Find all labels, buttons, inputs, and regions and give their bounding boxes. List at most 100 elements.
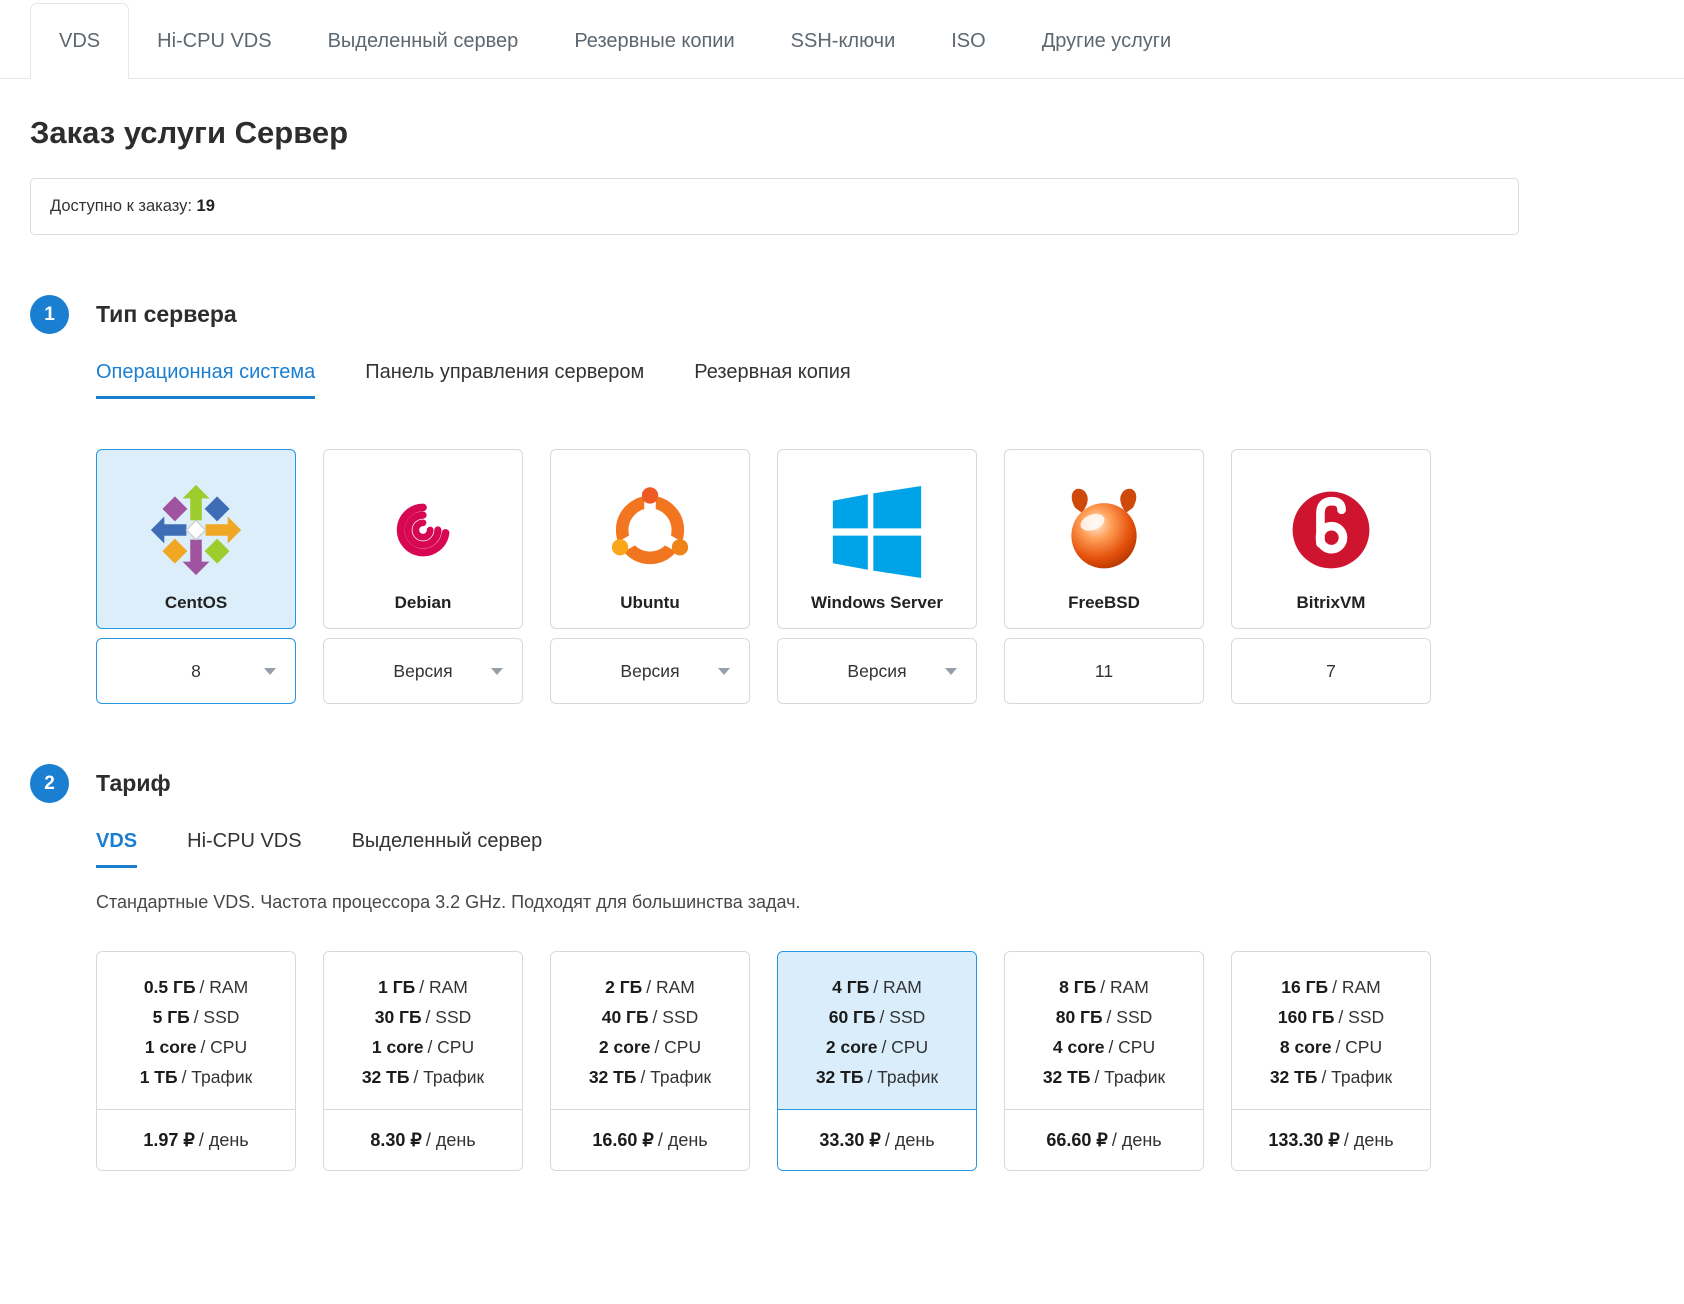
- spec-ssd: 30 ГБ / SSD: [374, 1007, 472, 1027]
- tariff-card[interactable]: 2 ГБ / RAM 40 ГБ / SSD 2 core / CPU 32 ТБ / …: [550, 951, 750, 1171]
- spec-ssd: 5 ГБ / SSD: [152, 1007, 240, 1027]
- os-version-freebsd[interactable]: 11: [1004, 638, 1204, 704]
- os-card-bitrixvm[interactable]: BitrixVM: [1231, 449, 1431, 629]
- top-tab-ssh-keys[interactable]: SSH-ключи: [763, 4, 924, 78]
- os-card-centos[interactable]: CentOS: [96, 449, 296, 629]
- tariff-card[interactable]: 1 ГБ / RAM 30 ГБ / SSD 1 core / CPU 32 ТБ / …: [323, 951, 523, 1171]
- tariff-specs: 2 ГБ / RAM 40 ГБ / SSD 2 core / CPU 32 ТБ / …: [551, 952, 749, 1109]
- top-tab-vds[interactable]: VDS: [30, 3, 130, 79]
- tariff-price: 1.97 ₽ / день: [97, 1109, 295, 1170]
- subtab-tariff-vds[interactable]: VDS: [96, 830, 138, 868]
- chevron-down-icon: [718, 668, 730, 675]
- os-version-select-debian[interactable]: Версия: [323, 638, 523, 704]
- subtab-tariff-dedicated[interactable]: Выделенный сервер: [352, 830, 543, 868]
- os-name: Debian: [394, 593, 452, 612]
- tariff-specs: 8 ГБ / RAM 80 ГБ / SSD 4 core / CPU 32 ТБ / …: [1005, 952, 1203, 1109]
- os-version-value: 8: [191, 660, 201, 681]
- tariff-card[interactable]: 16 ГБ / RAM 160 ГБ / SSD 8 core / CPU 32 ТБ…: [1231, 951, 1431, 1171]
- spec-ssd: 160 ГБ / SSD: [1277, 1007, 1385, 1027]
- service-tabbar: VDS Hi-CPU VDS Выделенный сервер Резервн…: [0, 0, 1684, 79]
- spec-cpu: 2 core / CPU: [825, 1037, 929, 1057]
- tariff-price: 133.30 ₽ / день: [1232, 1109, 1430, 1170]
- os-col-freebsd: FreeBSD 11: [1004, 449, 1204, 704]
- spec-cpu: 1 core / CPU: [144, 1037, 248, 1057]
- spec-cpu: 1 core / CPU: [371, 1037, 475, 1057]
- os-version-value: Версия: [620, 660, 680, 681]
- spec-ram: 8 ГБ / RAM: [1059, 977, 1149, 997]
- tariff-price: 66.60 ₽ / день: [1005, 1109, 1203, 1170]
- spec-ram: 4 ГБ / RAM: [832, 977, 922, 997]
- availability-count: 19: [196, 197, 215, 215]
- os-version-bitrixvm[interactable]: 7: [1231, 638, 1431, 704]
- subtab-backup-copy[interactable]: Резервная копия: [694, 361, 850, 399]
- spec-traffic: 32 ТБ / Трафик: [361, 1067, 485, 1087]
- os-version-value: 7: [1326, 660, 1336, 681]
- spec-traffic: 32 ТБ / Трафик: [1042, 1067, 1166, 1087]
- tariff-price: 8.30 ₽ / день: [324, 1109, 522, 1170]
- centos-icon: [148, 482, 244, 593]
- top-tab-backups[interactable]: Резервные копии: [546, 4, 762, 78]
- os-card-ubuntu[interactable]: Ubuntu: [550, 449, 750, 629]
- os-col-ubuntu: Ubuntu Версия: [550, 449, 750, 704]
- top-tab-dedicated[interactable]: Выделенный сервер: [300, 4, 547, 78]
- step-1-badge: 1: [30, 295, 69, 334]
- top-tab-other[interactable]: Другие услуги: [1014, 4, 1200, 78]
- os-card-debian[interactable]: Debian: [323, 449, 523, 629]
- os-version-value: Версия: [393, 660, 453, 681]
- chevron-down-icon: [491, 668, 503, 675]
- tariff-price: 33.30 ₽ / день: [778, 1109, 976, 1170]
- spec-cpu: 4 core / CPU: [1052, 1037, 1156, 1057]
- os-col-windows-server: Windows Server Версия: [777, 449, 977, 704]
- os-col-debian: Debian Версия: [323, 449, 523, 704]
- tariff-card[interactable]: 0.5 ГБ / RAM 5 ГБ / SSD 1 core / CPU 1 ТБ / …: [96, 951, 296, 1171]
- spec-traffic: 32 ТБ / Трафик: [588, 1067, 712, 1087]
- subtab-operating-system[interactable]: Операционная система: [96, 361, 316, 399]
- spec-traffic: 32 ТБ / Трафик: [815, 1067, 939, 1087]
- chevron-down-icon: [264, 668, 276, 675]
- os-card-grid: CentOS 8 Debian Версия Ubuntu Версия Win…: [96, 449, 1654, 704]
- bitrixvm-icon: [1283, 482, 1379, 593]
- top-tab-hicpu-vds[interactable]: Hi-CPU VDS: [129, 4, 299, 78]
- os-name: FreeBSD: [1068, 593, 1140, 612]
- windows-icon: [831, 486, 923, 593]
- os-name: BitrixVM: [1296, 593, 1366, 612]
- tariff-card[interactable]: 8 ГБ / RAM 80 ГБ / SSD 4 core / CPU 32 ТБ / …: [1004, 951, 1204, 1171]
- subtab-control-panel[interactable]: Панель управления сервером: [365, 361, 644, 399]
- top-tab-iso[interactable]: ISO: [923, 4, 1013, 78]
- page-title: Заказ услуги Сервер: [30, 115, 349, 150]
- section-1-title: Тип сервера: [96, 301, 237, 327]
- availability-label: Доступно к заказу:: [50, 197, 197, 215]
- spec-ssd: 80 ГБ / SSD: [1055, 1007, 1153, 1027]
- section-server-type: 1 Тип сервера Операционная система Панел…: [30, 295, 1654, 704]
- subtab-tariff-hicpu-vds[interactable]: Hi-CPU VDS: [187, 830, 301, 868]
- step-2-badge: 2: [30, 764, 69, 803]
- os-version-select-ubuntu[interactable]: Версия: [550, 638, 750, 704]
- spec-ram: 1 ГБ / RAM: [378, 977, 468, 997]
- chevron-down-icon: [945, 668, 957, 675]
- ubuntu-icon: [602, 482, 698, 593]
- os-version-value: Версия: [847, 660, 907, 681]
- os-version-select-windows[interactable]: Версия: [777, 638, 977, 704]
- os-name: CentOS: [164, 593, 228, 612]
- section-tariff: 2 Тариф VDS Hi-CPU VDS Выделенный сервер…: [30, 764, 1654, 1171]
- spec-cpu: 2 core / CPU: [598, 1037, 702, 1057]
- os-name: Ubuntu: [620, 593, 680, 612]
- tariff-description: Стандартные VDS. Частота процессора 3.2 …: [96, 892, 801, 912]
- tariff-price: 16.60 ₽ / день: [551, 1109, 749, 1170]
- tariff-specs: 4 ГБ / RAM 60 ГБ / SSD 2 core / CPU 32 ТБ / …: [778, 952, 976, 1109]
- spec-ssd: 40 ГБ / SSD: [601, 1007, 699, 1027]
- spec-ram: 0.5 ГБ / RAM: [143, 977, 249, 997]
- os-card-freebsd[interactable]: FreeBSD: [1004, 449, 1204, 629]
- tariff-specs: 1 ГБ / RAM 30 ГБ / SSD 1 core / CPU 32 ТБ / …: [324, 952, 522, 1109]
- section-2-title: Тариф: [96, 770, 171, 796]
- tariff-specs: 16 ГБ / RAM 160 ГБ / SSD 8 core / CPU 32 ТБ…: [1232, 952, 1430, 1109]
- spec-traffic: 1 ТБ / Трафик: [139, 1067, 253, 1087]
- os-name: Windows Server: [810, 593, 944, 612]
- os-version-select-centos[interactable]: 8: [96, 638, 296, 704]
- os-version-value: 11: [1094, 660, 1114, 681]
- spec-cpu: 8 core / CPU: [1279, 1037, 1383, 1057]
- os-card-windows-server[interactable]: Windows Server: [777, 449, 977, 629]
- tariff-card-grid: 0.5 ГБ / RAM 5 ГБ / SSD 1 core / CPU 1 ТБ / …: [96, 951, 1654, 1171]
- debian-icon: [375, 482, 471, 593]
- tariff-card-selected[interactable]: 4 ГБ / RAM 60 ГБ / SSD 2 core / CPU 32 ТБ / …: [777, 951, 977, 1171]
